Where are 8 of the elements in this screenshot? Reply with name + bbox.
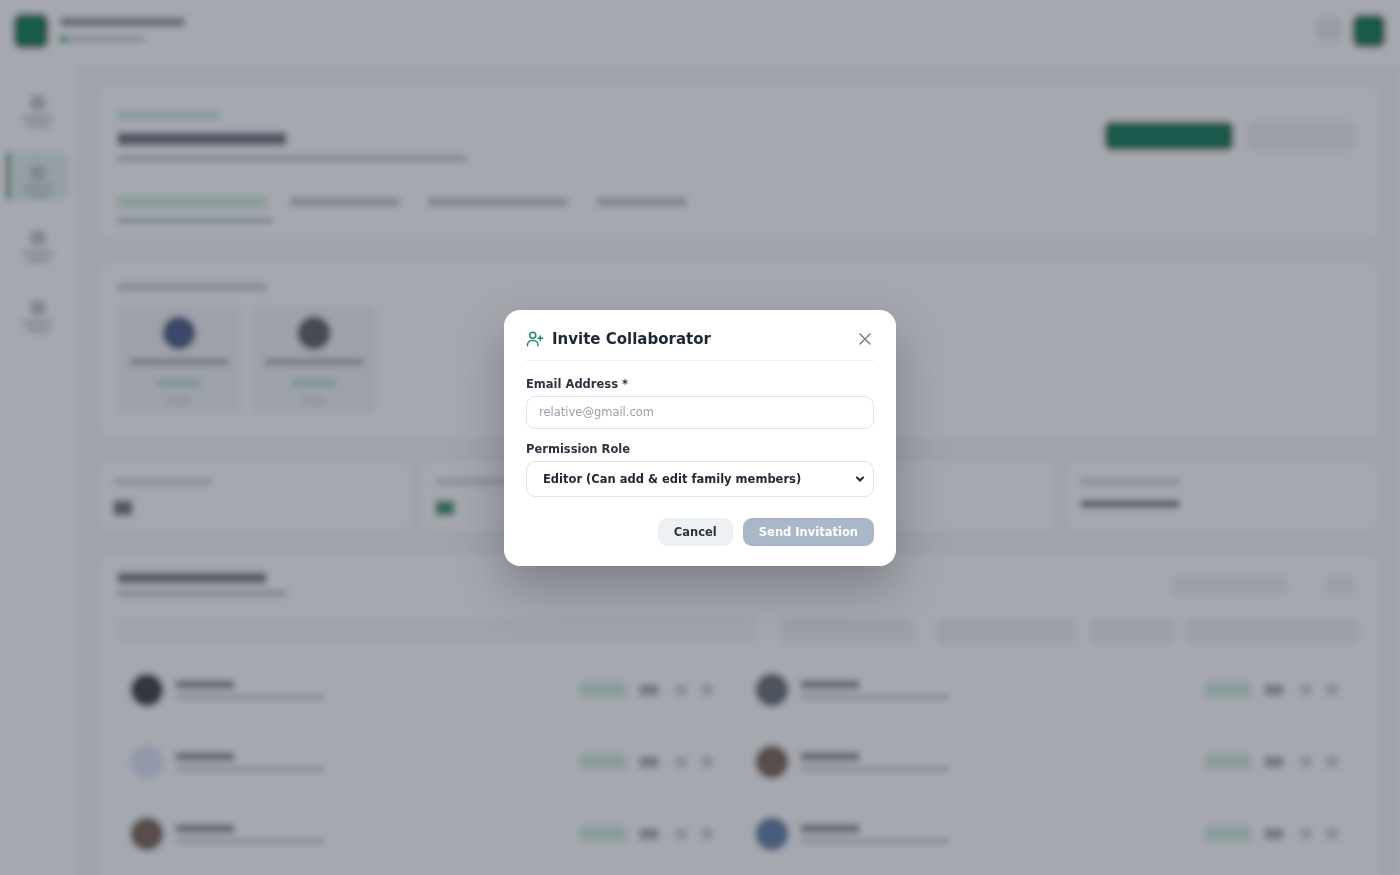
field-label: Permission Role [526,441,632,456]
add-user-icon [526,329,544,348]
email-field[interactable]: relative@gmail.com [526,395,874,429]
close-icon [858,331,872,346]
role-dropdown[interactable]: Editor (Can add & edit family members) [526,460,874,497]
dialog-title: Invite Collaborator [552,329,712,348]
field-label: Email Address * [526,376,630,391]
cancel-button[interactable]: Cancel [657,517,733,546]
